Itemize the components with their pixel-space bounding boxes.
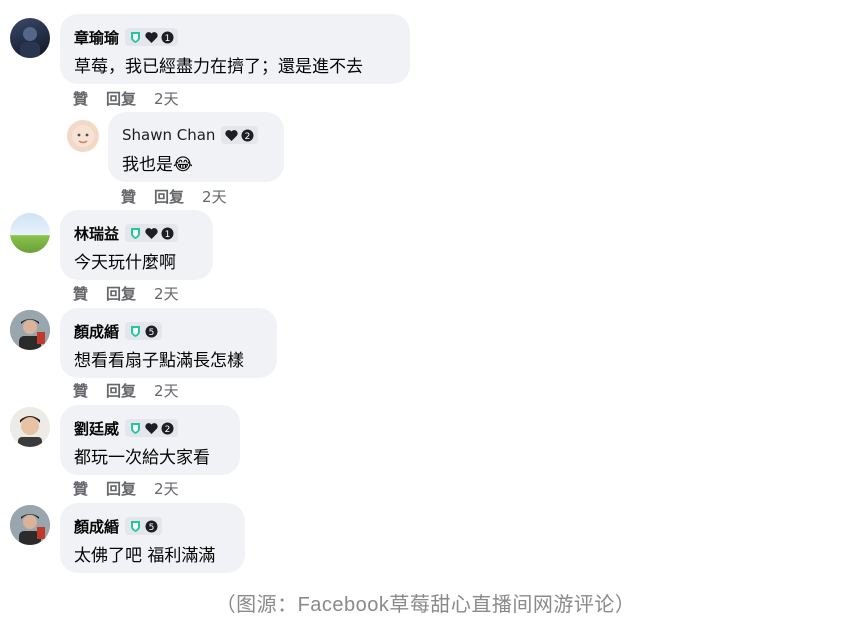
svg-text:1: 1	[165, 34, 171, 44]
timestamp[interactable]: 2天	[154, 380, 179, 401]
level-icon: 5	[145, 520, 158, 533]
avatar[interactable]	[10, 18, 50, 58]
reply-button[interactable]: 回复	[154, 186, 184, 207]
comment-text: 我也是😂	[122, 155, 193, 175]
badges: 1	[125, 224, 179, 242]
avatar[interactable]	[10, 407, 50, 447]
badges: 5	[125, 322, 163, 340]
reply-button[interactable]: 回复	[106, 478, 136, 499]
comment-bubble: 顏成緍 5 太佛了吧 福利滿滿	[60, 503, 245, 573]
shield-icon	[129, 422, 142, 435]
comment-text: 想看看扇子點滿長怎樣	[74, 351, 244, 371]
like-button[interactable]: 贊	[73, 88, 88, 109]
comment-actions: 贊 回复 2天	[73, 380, 179, 401]
avatar[interactable]	[10, 310, 50, 350]
commenter-name[interactable]: 林瑞益	[74, 223, 119, 244]
heart-icon	[225, 129, 239, 142]
commenter-name[interactable]: Shawn Chan	[122, 126, 215, 144]
commenter-name[interactable]: 章瑜瑜	[74, 27, 119, 48]
reply-button[interactable]: 回复	[106, 283, 136, 304]
comment-text: 今天玩什麼啊	[74, 253, 176, 273]
svg-text:2: 2	[165, 425, 171, 435]
comment-actions: 贊 回复 2天	[73, 478, 179, 499]
svg-text:1: 1	[165, 230, 171, 240]
level-icon: 2	[241, 129, 254, 142]
svg-text:5: 5	[149, 523, 155, 533]
comment-bubble: 劉廷威 2 都玩一次給大家看	[60, 405, 240, 475]
shield-icon	[129, 520, 142, 533]
badges: 2	[125, 419, 179, 437]
heart-icon	[145, 227, 158, 240]
like-button[interactable]: 贊	[73, 283, 88, 304]
comment-text: 太佛了吧 福利滿滿	[74, 546, 216, 566]
svg-text:5: 5	[149, 328, 155, 338]
timestamp[interactable]: 2天	[154, 478, 179, 499]
commenter-name[interactable]: 劉廷威	[74, 418, 119, 439]
timestamp[interactable]: 2天	[154, 283, 179, 304]
badges: 2	[221, 126, 259, 144]
comment-actions: 贊 回复 2天	[121, 186, 227, 207]
comment-bubble: 章瑜瑜 1 草莓，我已經盡力在擠了；還是進不去	[60, 14, 410, 84]
comment-bubble: Shawn Chan 2 我也是😂	[108, 112, 284, 182]
comment-bubble: 林瑞益 1 今天玩什麼啊	[60, 210, 213, 280]
commenter-name[interactable]: 顏成緍	[74, 516, 119, 537]
badges: 1	[125, 28, 179, 46]
avatar[interactable]	[10, 505, 50, 545]
avatar[interactable]	[10, 213, 50, 253]
avatar[interactable]	[67, 120, 99, 152]
level-icon: 1	[161, 227, 174, 240]
image-caption: （图源：Facebook草莓甜心直播间网游评论）	[215, 594, 636, 616]
reply-button[interactable]: 回复	[106, 380, 136, 401]
reply-button[interactable]: 回复	[106, 88, 136, 109]
like-button[interactable]: 贊	[73, 478, 88, 499]
shield-icon	[129, 325, 142, 338]
comment-text: 草莓，我已經盡力在擠了；還是進不去	[74, 57, 363, 77]
comment-actions: 贊 回复 2天	[73, 283, 179, 304]
svg-text:2: 2	[245, 132, 251, 142]
level-icon: 2	[161, 422, 174, 435]
timestamp[interactable]: 2天	[202, 186, 227, 207]
like-button[interactable]: 贊	[73, 380, 88, 401]
shield-icon	[129, 31, 142, 44]
level-icon: 1	[161, 31, 174, 44]
level-icon: 5	[145, 325, 158, 338]
comment-actions: 贊 回复 2天	[73, 88, 179, 109]
commenter-name[interactable]: 顏成緍	[74, 321, 119, 342]
timestamp[interactable]: 2天	[154, 88, 179, 109]
badges: 5	[125, 517, 163, 535]
heart-icon	[145, 422, 158, 435]
comment-text: 都玩一次給大家看	[74, 448, 210, 468]
like-button[interactable]: 贊	[121, 186, 136, 207]
shield-icon	[129, 227, 142, 240]
comment-bubble: 顏成緍 5 想看看扇子點滿長怎樣	[60, 308, 277, 378]
heart-icon	[145, 31, 158, 44]
